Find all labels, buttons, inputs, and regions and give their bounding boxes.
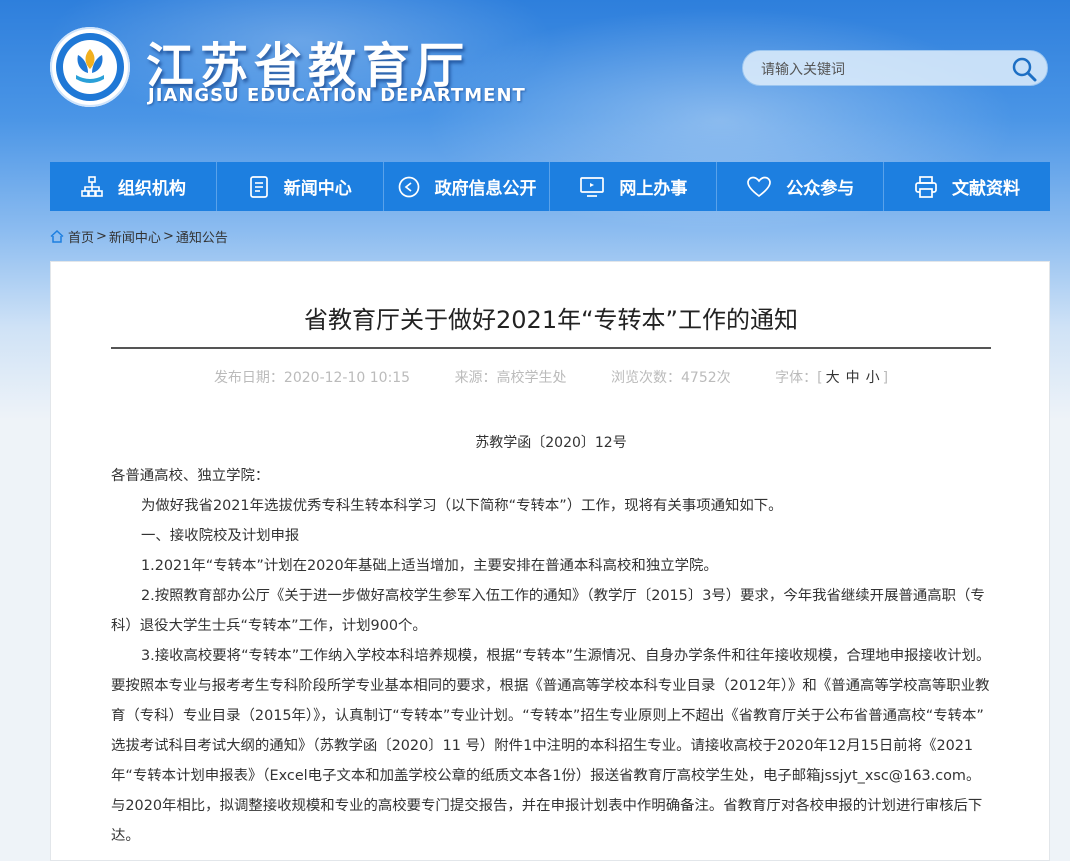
nav-item-documents[interactable]: 文献资料 (884, 162, 1050, 211)
article-paragraph: 1.2021年“专转本”计划在2020年基础上适当增加，主要安排在普通本科高校和… (141, 558, 718, 574)
article-paragraph: 各普通高校、独立学院： (111, 468, 270, 484)
search-box (742, 50, 1048, 86)
article-source: 来源：高校学生处 (454, 370, 567, 386)
font-size-large[interactable]: 大 (826, 370, 840, 386)
document-number: 苏教学函〔2020〕12号 (475, 435, 627, 451)
font-size-medium[interactable]: 中 (846, 370, 860, 386)
heart-icon (747, 176, 772, 197)
title-divider (111, 347, 991, 349)
breadcrumb-news[interactable]: 新闻中心 (109, 227, 161, 246)
logo-emblem-icon (76, 49, 104, 83)
org-chart-icon (81, 175, 103, 197)
article-panel: 省教育厅关于做好2021年“专转本”工作的通知 发布日期：2020-12-10 … (50, 261, 1050, 861)
main-nav: 组织机构 新闻中心 政府信息公开 网上办事 公众参与 文献资料 (50, 162, 1050, 211)
nav-label: 组织机构 (117, 179, 186, 199)
nav-item-org[interactable]: 组织机构 (50, 162, 217, 211)
site-logo[interactable] (50, 27, 130, 107)
search-input[interactable] (759, 59, 1003, 81)
nav-label: 政府信息公开 (434, 179, 537, 199)
font-size-label: 字体： (775, 370, 818, 386)
nav-item-news[interactable]: 新闻中心 (217, 162, 384, 211)
monitor-icon (580, 176, 605, 197)
breadcrumb: 首页 > 新闻中心 > 通知公告 (50, 227, 228, 246)
nav-item-public-participation[interactable]: 公众参与 (717, 162, 885, 211)
home-icon (50, 229, 64, 243)
breadcrumb-separator: > (96, 228, 107, 244)
nav-label: 文献资料 (952, 179, 1021, 199)
article-paragraph: 一、接收院校及计划申报 (141, 528, 300, 544)
printer-icon (915, 175, 937, 198)
play-circle-icon (398, 176, 419, 197)
view-count: 浏览次数：4752次 (611, 370, 731, 386)
article-body: 各普通高校、独立学院： 为做好我省2021年选拔优秀专科生转本科学习（以下简称“… (111, 461, 993, 851)
nav-label: 网上办事 (619, 179, 688, 199)
search-icon[interactable] (1011, 56, 1037, 82)
nav-item-online-service[interactable]: 网上办事 (550, 162, 718, 211)
site-title-en: JIANGSU EDUCATION DEPARTMENT (148, 85, 526, 106)
font-size-control: 字体：[大中小] (775, 370, 889, 386)
breadcrumb-home[interactable]: 首页 (68, 227, 94, 246)
nav-label: 新闻中心 (283, 179, 352, 199)
article-paragraph: 3.接收高校要将“专转本”工作纳入学校本科培养规模，根据“专转本”生源情况、自身… (111, 648, 991, 844)
document-icon (249, 175, 268, 198)
breadcrumb-separator: > (162, 228, 174, 244)
font-size-small[interactable]: 小 (866, 370, 880, 386)
article-paragraph: 为做好我省2021年选拔优秀专科生转本科学习（以下简称“专转本”）工作，现将有关… (141, 498, 783, 514)
nav-item-gov-info[interactable]: 政府信息公开 (384, 162, 551, 211)
article-meta: 发布日期：2020-12-10 10:15 来源：高校学生处 浏览次数：4752… (51, 367, 1051, 387)
breadcrumb-notices[interactable]: 通知公告 (176, 227, 228, 246)
article-paragraph: 2.按照教育部办公厅《关于进一步做好高校学生参军入伍工作的通知》（教学厅〔201… (111, 588, 985, 634)
nav-label: 公众参与 (786, 179, 855, 199)
publish-date: 发布日期：2020-12-10 10:15 (213, 370, 411, 386)
article-title: 省教育厅关于做好2021年“专转本”工作的通知 (304, 306, 798, 334)
